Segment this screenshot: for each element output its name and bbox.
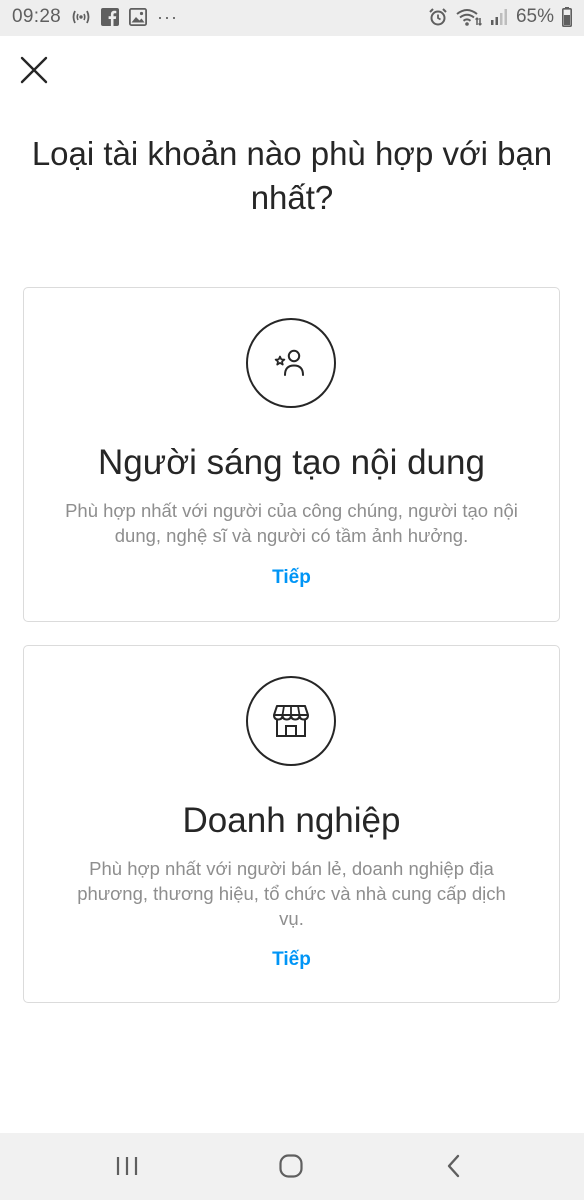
status-bar: 09:28 ··· 65% xyxy=(0,0,584,36)
more-dots-icon: ··· xyxy=(157,6,179,27)
shop-storefront-icon xyxy=(273,705,309,737)
creator-next-link[interactable]: Tiếp xyxy=(24,567,559,589)
creator-star-person-icon xyxy=(274,349,304,376)
page-title: Loại tài khoản nào phù hợp với bạn nhất? xyxy=(31,135,553,216)
gallery-icon xyxy=(129,8,148,26)
creator-account-card[interactable]: Người sáng tạo nội dung Phù hợp nhất với… xyxy=(23,287,560,622)
status-right: 65% xyxy=(428,6,572,28)
business-card-title: Doanh nghiệp xyxy=(182,801,401,840)
nfc-icon xyxy=(71,8,91,26)
back-button[interactable] xyxy=(434,1151,474,1181)
signal-icon xyxy=(490,8,508,26)
recent-apps-button[interactable] xyxy=(107,1151,147,1181)
business-card-description: Phù hợp nhất với người bán lẻ, doanh ngh… xyxy=(77,858,506,929)
recent-apps-icon xyxy=(116,1157,138,1175)
battery-percent: 65% xyxy=(515,6,554,27)
home-icon xyxy=(279,1154,303,1178)
alarm-icon xyxy=(428,7,448,27)
wifi-icon xyxy=(456,7,482,27)
business-next-link[interactable]: Tiếp xyxy=(24,949,559,971)
close-icon xyxy=(20,56,48,84)
business-account-card[interactable]: Doanh nghiệp Phù hợp nhất với người bán … xyxy=(23,645,560,1003)
back-icon xyxy=(447,1154,460,1178)
close-button[interactable] xyxy=(18,54,50,86)
creator-card-title: Người sáng tạo nội dung xyxy=(98,443,485,482)
battery-icon xyxy=(562,7,572,27)
creator-icon-circle xyxy=(246,318,336,408)
business-icon-circle xyxy=(246,676,336,766)
status-time: 09:28 xyxy=(12,6,62,27)
home-button[interactable] xyxy=(271,1151,311,1181)
facebook-icon xyxy=(101,8,120,26)
system-nav-bar xyxy=(0,1133,584,1200)
creator-card-description: Phù hợp nhất với người của công chúng, n… xyxy=(65,500,518,546)
status-left: 09:28 ··· xyxy=(12,6,178,28)
